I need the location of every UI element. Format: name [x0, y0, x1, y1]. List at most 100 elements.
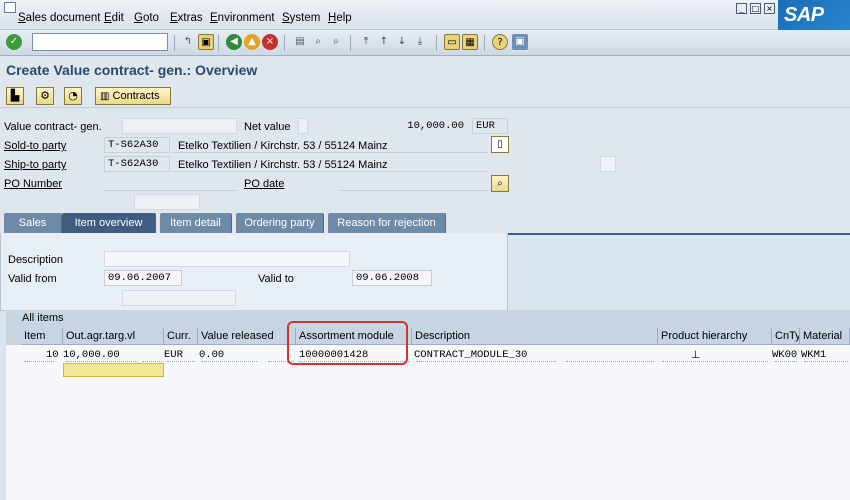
- page-title: Create Value contract- gen.: Overview: [6, 62, 258, 78]
- find-next-icon[interactable]: ⌕: [328, 34, 344, 50]
- save-icon[interactable]: ▣: [198, 34, 214, 50]
- menu-system[interactable]: System: [282, 12, 320, 24]
- column-header-value-released[interactable]: Value released: [198, 328, 296, 345]
- previous-page-icon[interactable]: ↑: [376, 34, 392, 50]
- tab-strip: Sales Item overview Item detail Ordering…: [0, 213, 850, 233]
- system-menu-icon[interactable]: [4, 2, 16, 13]
- menu-environment[interactable]: Environment: [210, 12, 275, 24]
- cell-rule: [167, 361, 195, 362]
- hierarchy-search-icon[interactable]: ⊥: [691, 348, 700, 362]
- print-icon[interactable]: ▤: [292, 34, 308, 50]
- value-contract-number-field[interactable]: [122, 118, 237, 134]
- help-icon[interactable]: ?: [492, 34, 508, 50]
- close-window-button[interactable]: ×: [764, 3, 775, 14]
- selected-empty-cell[interactable]: [63, 363, 164, 377]
- menu-edit[interactable]: Edit: [104, 12, 124, 24]
- items-table: All items Item Out.agr.targ.vl Curr. Val…: [6, 310, 850, 500]
- net-value-label: Net value: [244, 121, 291, 133]
- ship-to-name-underline: [172, 156, 488, 172]
- toolbar-separator: [218, 35, 219, 51]
- valid-to-label: Valid to: [258, 273, 294, 285]
- cell-rule: [804, 361, 848, 362]
- find-document-icon[interactable]: ⌕: [491, 175, 509, 192]
- next-page-icon[interactable]: ↓: [394, 34, 410, 50]
- cell-cnty[interactable]: WK00: [772, 348, 797, 362]
- column-header-product-hierarchy[interactable]: Product hierarchy: [658, 328, 772, 345]
- menu-help[interactable]: Help: [328, 12, 352, 24]
- cell-material[interactable]: WKM1: [801, 348, 826, 362]
- po-number-label: PO Number: [4, 178, 63, 190]
- menu-sales-document[interactable]: Sales document: [18, 12, 100, 24]
- header-details-icon[interactable]: ⚙: [36, 87, 54, 105]
- extra-header-field: [134, 194, 200, 210]
- column-header-item[interactable]: Item: [21, 328, 63, 345]
- currency-field: EUR: [472, 118, 508, 134]
- contracts-label: Contracts: [112, 90, 160, 102]
- command-field[interactable]: [32, 33, 168, 51]
- tab-sales[interactable]: Sales: [4, 213, 62, 233]
- title-bar: Create Value contract- gen.: Overview: [0, 56, 850, 82]
- column-header-currency[interactable]: Curr.: [164, 328, 198, 345]
- contracts-button[interactable]: ▥ Contracts: [95, 87, 171, 105]
- column-header-target-value[interactable]: Out.agr.targ.vl: [63, 328, 164, 345]
- back-icon[interactable]: ◀: [226, 34, 242, 50]
- column-header-cnty[interactable]: CnTy: [772, 328, 800, 345]
- find-icon[interactable]: ⌕: [310, 34, 326, 50]
- ship-to-field[interactable]: T-S62A30: [104, 156, 170, 172]
- cell-value-released[interactable]: 0.00: [199, 348, 224, 362]
- exit-icon[interactable]: ▲: [244, 34, 260, 50]
- cell-currency[interactable]: EUR: [164, 348, 183, 362]
- standard-toolbar: ✓ ↰ ▣ ◀ ▲ × ▤ ⌕ ⌕ ⤒ ↑ ↓ ⤓ ▭ ▦ ? ▣: [0, 30, 850, 56]
- cell-rule: [201, 361, 257, 362]
- cell-rule: [662, 361, 768, 362]
- menu-goto[interactable]: Goto: [134, 12, 159, 24]
- ship-to-label: Ship-to party: [4, 159, 67, 171]
- toolbar-separator: [350, 35, 351, 51]
- application-toolbar: ▙ ⚙ ◔ ▥ Contracts: [0, 82, 850, 108]
- expand-icon[interactable]: ↰: [180, 34, 196, 50]
- extra-overview-field: [122, 290, 236, 306]
- table-grid: 10 10,000.00 EUR 0.00 10000001428 CONTRA…: [6, 345, 850, 500]
- cell-target-value[interactable]: 10,000.00: [63, 348, 120, 362]
- shortcut-icon[interactable]: ▦: [462, 34, 478, 50]
- display-doc-flow-icon[interactable]: ▙: [6, 87, 24, 105]
- cell-item[interactable]: 10: [46, 348, 59, 362]
- toolbar-separator: [174, 35, 175, 51]
- cell-description[interactable]: CONTRACT_MODULE_30: [414, 348, 527, 362]
- orders-icon[interactable]: ◔: [64, 87, 82, 105]
- sap-logo-text: SAP: [784, 4, 824, 26]
- column-header-description[interactable]: Description: [412, 328, 658, 345]
- column-header-material[interactable]: Material: [800, 328, 850, 345]
- po-date-field[interactable]: [340, 175, 488, 191]
- tab-item-overview[interactable]: Item overview: [62, 213, 156, 233]
- tab-reason-for-rejection[interactable]: Reason for rejection: [328, 213, 446, 233]
- valid-to-field[interactable]: 09.06.2008: [352, 270, 432, 286]
- minimize-button[interactable]: _: [736, 3, 747, 14]
- sold-to-label: Sold-to party: [4, 140, 67, 152]
- contracts-icon: ▥: [100, 91, 110, 102]
- value-contract-label: Value contract- gen.: [4, 121, 102, 133]
- tab-ordering-party[interactable]: Ordering party: [236, 213, 324, 233]
- maximize-button[interactable]: □: [750, 3, 761, 14]
- sold-to-field[interactable]: T-S62A30: [104, 137, 170, 153]
- new-session-icon[interactable]: ▭: [444, 34, 460, 50]
- toolbar-separator: [436, 35, 437, 51]
- layout-menu-icon[interactable]: ▣: [512, 34, 528, 50]
- first-page-icon[interactable]: ⤒: [358, 34, 374, 50]
- menu-extras[interactable]: Extras: [170, 12, 203, 24]
- ship-to-extra-field: [600, 156, 616, 172]
- table-title: All items: [22, 312, 64, 324]
- toolbar-separator: [484, 35, 485, 51]
- menu-bar: Sales document Edit Goto Extras Environm…: [0, 0, 850, 30]
- valid-from-field[interactable]: 09.06.2007: [104, 270, 182, 286]
- last-page-icon[interactable]: ⤓: [412, 34, 428, 50]
- document-icon[interactable]: ▯: [491, 136, 509, 153]
- description-field[interactable]: [104, 251, 350, 267]
- po-number-field[interactable]: [104, 175, 238, 191]
- enter-icon[interactable]: ✓: [6, 34, 22, 50]
- tab-item-detail[interactable]: Item detail: [160, 213, 232, 233]
- sap-logo: SAP: [778, 0, 850, 30]
- cell-rule: [566, 361, 654, 362]
- cancel-icon[interactable]: ×: [262, 34, 278, 50]
- cell-rule: [142, 361, 162, 362]
